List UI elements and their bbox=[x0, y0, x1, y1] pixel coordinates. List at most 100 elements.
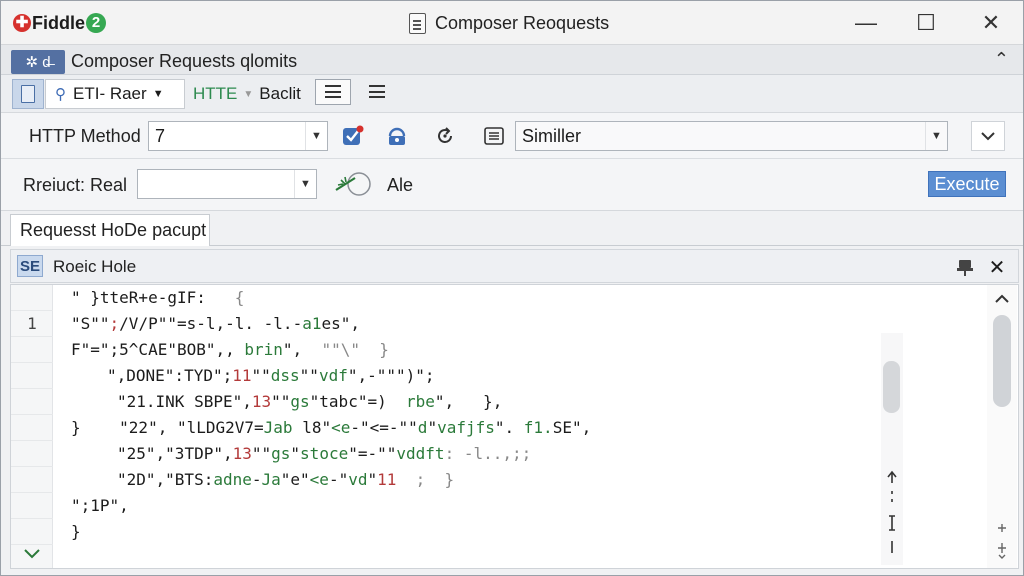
code-line: "2D","BTS:adne-Ja"e"<e-"vd"11 ; } bbox=[117, 467, 454, 493]
http-method-label: HTTP Method bbox=[29, 126, 141, 146]
refresh-button[interactable] bbox=[431, 122, 459, 150]
code-token: { bbox=[234, 288, 245, 307]
chevron-down-icon bbox=[981, 132, 995, 141]
align-center-button[interactable] bbox=[359, 79, 395, 105]
code-token: ; bbox=[109, 314, 120, 333]
redirect-label: Rreiuct: Real bbox=[23, 175, 128, 195]
code-line: } bbox=[71, 519, 81, 545]
page-view-button[interactable] bbox=[12, 79, 44, 109]
code-token: " }tteR+e-gIF: bbox=[71, 288, 235, 307]
code-token: 11 bbox=[377, 470, 397, 489]
code-token: 11 bbox=[232, 366, 252, 385]
code-token: stoce bbox=[300, 444, 349, 463]
inner-scrollbar[interactable] bbox=[881, 333, 903, 565]
code-token: vd bbox=[348, 470, 368, 489]
panel-badge: SE bbox=[17, 255, 43, 277]
code-token: ", }, bbox=[434, 392, 503, 411]
list-button[interactable] bbox=[480, 122, 508, 150]
code-area[interactable]: " }tteR+e-gIF: {"S"";/V/P""=s-l,-l. -l.-… bbox=[61, 285, 881, 568]
check-icon bbox=[343, 125, 364, 145]
http-method-select[interactable]: 7 ▼ bbox=[148, 121, 328, 151]
code-token: : -l..,;; bbox=[444, 444, 532, 463]
page-icon bbox=[21, 85, 35, 103]
profile-select[interactable]: Similler ▼ bbox=[515, 121, 948, 151]
code-line: ",DONE":TYD";11""dss""vdf",-""")"; bbox=[107, 363, 435, 389]
collapse-chevron-icon[interactable]: ⌃ bbox=[994, 49, 1009, 70]
composer-tab-label: Composer Requests qlomits bbox=[71, 51, 298, 71]
fiddler-window: ✚ Fiddle 2 Composer Reoquests — ☐ ✕ ✲ d̶… bbox=[0, 0, 1024, 576]
editor-scrollbar[interactable] bbox=[987, 285, 1017, 568]
code-token: vdf bbox=[318, 366, 348, 385]
edit-tab-label[interactable]: Baclit bbox=[259, 84, 301, 104]
align-center-icon bbox=[369, 85, 385, 99]
code-token: SE", bbox=[552, 418, 592, 437]
code-token: 13 bbox=[232, 444, 252, 463]
profile-value: Similler bbox=[522, 125, 582, 146]
code-token: "e" bbox=[280, 470, 310, 489]
expand-options-button[interactable] bbox=[971, 121, 1005, 151]
code-token: es", bbox=[321, 314, 360, 333]
fold-chevron-icon[interactable] bbox=[23, 547, 41, 561]
code-token: ""\" } bbox=[321, 340, 389, 359]
lock-icon bbox=[388, 127, 406, 145]
code-token: 13 bbox=[251, 392, 272, 411]
maximize-button[interactable]: ☐ bbox=[903, 7, 949, 39]
code-token: adne bbox=[213, 470, 252, 489]
chevron-down-icon: ▼ bbox=[152, 88, 164, 100]
panel-header: SE Roeic Hole ✕ bbox=[10, 249, 1019, 283]
code-token: dss bbox=[270, 366, 300, 385]
chevron-down-icon[interactable]: ▼ bbox=[294, 170, 316, 198]
wand-button[interactable] bbox=[333, 170, 373, 198]
window-title-text: Composer Reoquests bbox=[435, 13, 610, 33]
code-token: } bbox=[71, 522, 81, 541]
sub-toolbar: ⚲ ETI- Raer ▼ HTTE ▼ Baclit bbox=[1, 75, 1023, 113]
panel-close-button[interactable]: ✕ bbox=[983, 253, 1011, 281]
editor-scrollbar-thumb[interactable] bbox=[993, 315, 1011, 407]
code-token: ". bbox=[494, 418, 524, 437]
composer-tab[interactable]: ✲ d̶ Composer Requests qlomits bbox=[11, 48, 311, 75]
request-options-row: HTTP Method 7 ▼ Similler ▼ bbox=[1, 113, 1023, 159]
gutter-line bbox=[11, 389, 53, 415]
person-icon: ⚲ bbox=[55, 86, 66, 103]
align-left-button[interactable] bbox=[315, 79, 351, 105]
checkbox-button[interactable] bbox=[339, 122, 367, 150]
wand-icon bbox=[335, 172, 371, 196]
code-token: <e bbox=[309, 470, 329, 489]
code-token: } "22", "lLDG2V7= bbox=[71, 418, 264, 437]
pin-button[interactable] bbox=[951, 253, 979, 281]
close-button[interactable]: ✕ bbox=[968, 7, 1014, 39]
execute-button[interactable]: Execute bbox=[928, 171, 1006, 197]
code-line: F"=";5^CAE"BOB",, brin", ""\" } bbox=[71, 337, 389, 363]
code-token: "=-"" bbox=[348, 444, 397, 463]
code-token: d bbox=[417, 418, 428, 437]
logo-text: Fiddle bbox=[32, 12, 85, 33]
code-token: /V/P""=s-l,-l. -l.- bbox=[119, 314, 303, 333]
code-token: " bbox=[367, 470, 378, 489]
code-token: "" bbox=[299, 366, 319, 385]
redirect-row: Rreiuct: Real ▼ Ale Execute bbox=[1, 159, 1023, 211]
http-tab[interactable]: HTTE ▼ Baclit bbox=[191, 79, 301, 109]
code-editor[interactable]: 1 " }tteR+e-gIF: {"S"";/V/P""=s-l,-l. -l… bbox=[10, 284, 1019, 569]
chevron-down-icon[interactable]: ▼ bbox=[305, 122, 327, 150]
refresh-icon bbox=[438, 127, 452, 143]
redirect-select[interactable]: ▼ bbox=[137, 169, 317, 199]
scroll-up-icon[interactable] bbox=[987, 289, 1017, 309]
lock-button[interactable] bbox=[383, 122, 411, 150]
inner-scrollbar-thumb[interactable] bbox=[883, 361, 900, 413]
code-token: F"=";5^CAE"BOB",, bbox=[71, 340, 245, 359]
window-title: Composer Reoquests bbox=[409, 13, 609, 34]
request-body-tab[interactable]: Requesst HoDe pacupt bbox=[10, 214, 210, 246]
code-line: } "22", "lLDG2V7=Jab l8"<e-"<=-""d"vafjf… bbox=[71, 415, 591, 441]
align-left-icon bbox=[325, 85, 341, 99]
code-token: ",-""")"; bbox=[347, 366, 435, 385]
chevron-down-icon[interactable]: ▼ bbox=[925, 122, 947, 150]
code-token: - bbox=[251, 470, 262, 489]
code-token: " bbox=[290, 444, 301, 463]
code-token: "" bbox=[251, 366, 271, 385]
http-tab-label: HTTE bbox=[193, 84, 238, 103]
code-token: -" bbox=[328, 470, 349, 489]
code-token: "3TDP", bbox=[165, 444, 233, 463]
minimize-button[interactable]: — bbox=[843, 7, 889, 39]
raw-dropdown[interactable]: ⚲ ETI- Raer ▼ bbox=[45, 79, 185, 109]
document-icon bbox=[409, 13, 426, 34]
